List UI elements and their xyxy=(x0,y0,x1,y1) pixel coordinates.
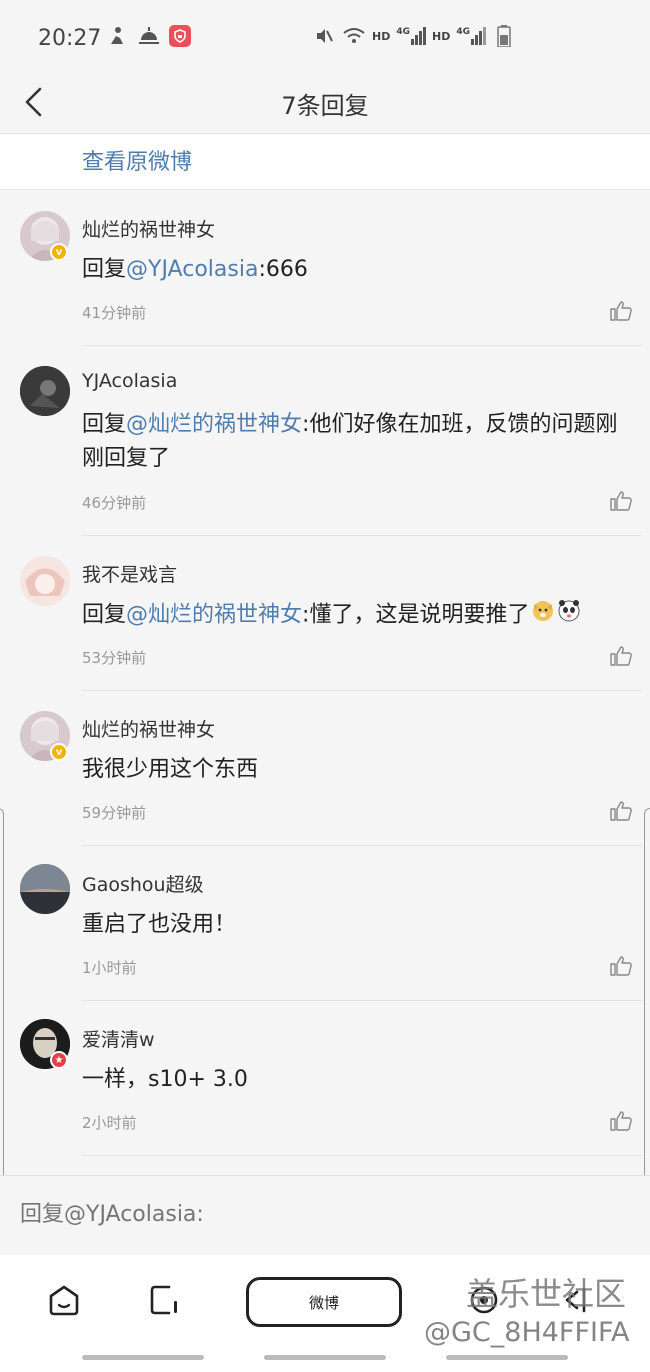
verified-badge-icon: v xyxy=(50,243,68,261)
comment-text: 回复@YJAcolasia:666 xyxy=(82,253,626,287)
original-post-bar: 查看原微博 xyxy=(0,134,650,190)
mention-link[interactable]: @YJAcolasia xyxy=(126,257,258,282)
avatar[interactable] xyxy=(20,556,70,606)
like-button[interactable] xyxy=(610,491,634,513)
home-button[interactable] xyxy=(44,1280,84,1320)
avatar[interactable] xyxy=(20,366,70,416)
like-button[interactable] xyxy=(610,646,634,668)
screen-edge-left xyxy=(0,808,4,1218)
mute-icon xyxy=(312,24,336,48)
comment-author[interactable]: 灿烂的祸世神女 xyxy=(82,215,215,242)
comment-text: 重启了也没用！ xyxy=(82,908,626,942)
reply-bar xyxy=(0,1175,650,1255)
avatar[interactable] xyxy=(20,864,70,914)
panda-emoji-icon xyxy=(557,598,581,633)
recents-button[interactable] xyxy=(144,1280,184,1320)
member-badge-icon: ★ xyxy=(50,1051,68,1069)
thumbs-up-icon xyxy=(610,301,632,321)
status-time: 20:27 xyxy=(38,26,102,51)
thumbs-up-icon xyxy=(610,801,632,821)
comment-body: :666 xyxy=(258,257,308,282)
sunrise-icon xyxy=(137,24,161,48)
comment-text: 我很少用这个东西 xyxy=(82,753,626,787)
comment-text: 回复@灿烂的祸世神女:懂了，这是说明要推了 xyxy=(82,598,626,633)
comment-author[interactable]: 灿烂的祸世神女 xyxy=(82,715,215,742)
comment-body: :懂了，这是说明要推了 xyxy=(302,602,530,628)
comment-time: 53分钟前 xyxy=(82,649,147,667)
watermark-handle: @GC_8H4FFIFA xyxy=(424,1317,630,1348)
comment-item: Gaoshou超级 重启了也没用！ 1小时前 xyxy=(0,846,650,1001)
comment-time: 2小时前 xyxy=(82,1114,137,1132)
gesture-hint xyxy=(264,1355,386,1360)
comment-item: 我不是戏言 回复@灿烂的祸世神女:懂了，这是说明要推了 53分钟前 xyxy=(0,536,650,691)
shield-icon xyxy=(169,25,191,47)
reply-prefix: 回复 xyxy=(82,412,127,437)
comment-text: 一样，s10+ 3.0 xyxy=(82,1063,626,1097)
wifi-icon xyxy=(342,24,366,48)
recent-apps-icon xyxy=(150,1285,177,1315)
doge-emoji-icon xyxy=(531,598,555,633)
comment-time: 46分钟前 xyxy=(82,494,147,512)
signal-icon: 4G xyxy=(456,27,486,45)
thumbs-up-icon xyxy=(610,956,632,976)
system-navbar: 微博 盖乐世社区 @GC_8H4FFIFA xyxy=(0,1255,650,1372)
comment-text: 回复@灿烂的祸世神女:他们好像在加班，反馈的问题刚刚回复了 xyxy=(82,408,626,476)
comment-author[interactable]: Gaoshou超级 xyxy=(82,870,204,897)
comment-time: 59分钟前 xyxy=(82,804,147,822)
signal-icon: 4G xyxy=(396,27,426,45)
hd-label-1: HD xyxy=(372,29,391,43)
reply-prefix: 回复 xyxy=(82,602,127,628)
hd-label-2: HD xyxy=(432,29,451,43)
divider xyxy=(82,1155,642,1156)
battery-icon xyxy=(492,24,516,48)
comment-body: 重启了也没用！ xyxy=(82,912,237,937)
page-title: 7条回复 xyxy=(281,92,369,120)
reply-prefix: 回复 xyxy=(82,257,127,282)
comment-item: YJAcolasia 回复@灿烂的祸世神女:他们好像在加班，反馈的问题刚刚回复了… xyxy=(0,346,650,536)
comment-body: 我很少用这个东西 xyxy=(82,757,259,782)
status-left-icons xyxy=(105,24,191,48)
verified-badge-icon: v xyxy=(50,743,68,761)
net-gen-2: 4G xyxy=(456,27,470,37)
like-button[interactable] xyxy=(610,801,634,823)
weibo-app-button[interactable]: 微博 xyxy=(246,1277,402,1327)
top-bar: 7条回复 xyxy=(0,70,650,134)
net-gen-1: 4G xyxy=(396,27,410,37)
screen-edge-right xyxy=(644,808,650,1218)
like-button[interactable] xyxy=(610,1111,634,1133)
running-figure-icon xyxy=(105,24,129,48)
comment-author[interactable]: YJAcolasia xyxy=(82,370,177,392)
comment-author[interactable]: 爱清清w xyxy=(82,1025,155,1052)
like-button[interactable] xyxy=(610,301,634,323)
status-bar: 20:27 HD 4G HD 4G xyxy=(0,0,650,70)
comment-author[interactable]: 我不是戏言 xyxy=(82,560,177,587)
gesture-hint xyxy=(446,1355,568,1360)
thumbs-up-icon xyxy=(610,491,632,511)
mention-link[interactable]: @灿烂的祸世神女 xyxy=(126,412,302,437)
comment-item: v 灿烂的祸世神女 我很少用这个东西 59分钟前 xyxy=(0,691,650,846)
thumbs-up-icon xyxy=(610,646,632,666)
gesture-hint xyxy=(82,1355,204,1360)
comment-item: ★ 爱清清w 一样，s10+ 3.0 2小时前 xyxy=(0,1001,650,1156)
home-icon xyxy=(49,1285,79,1316)
status-right-icons: HD 4G HD 4G xyxy=(312,24,516,48)
like-button[interactable] xyxy=(610,956,634,978)
mention-link[interactable]: @灿烂的祸世神女 xyxy=(126,603,302,628)
comment-body: 一样，s10+ 3.0 xyxy=(82,1067,248,1092)
thumbs-up-icon xyxy=(610,1111,632,1131)
view-original-link[interactable]: 查看原微博 xyxy=(82,144,192,176)
reply-input[interactable] xyxy=(20,1202,600,1227)
watermark-text: 盖乐世社区 xyxy=(466,1275,627,1313)
comment-item: v 灿烂的祸世神女 回复@YJAcolasia:666 41分钟前 xyxy=(0,191,650,346)
comment-time: 1小时前 xyxy=(82,959,137,977)
comment-time: 41分钟前 xyxy=(82,304,147,322)
